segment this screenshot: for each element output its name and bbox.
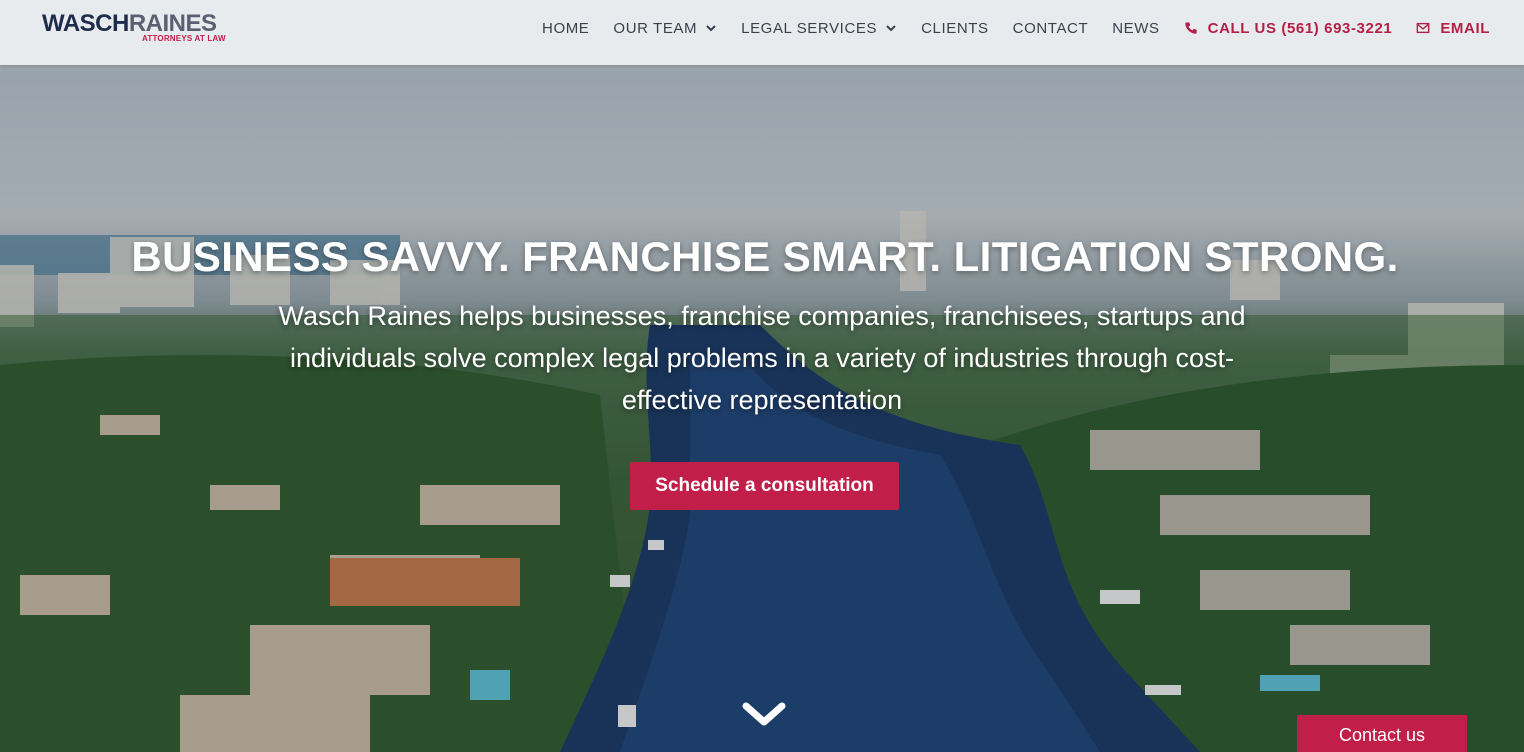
nav-home-label: HOME bbox=[542, 19, 590, 37]
envelope-icon bbox=[1416, 22, 1430, 34]
contact-us-button[interactable]: Contact us bbox=[1297, 715, 1467, 752]
nav-our-team[interactable]: OUR TEAM bbox=[613, 20, 717, 37]
schedule-consultation-button[interactable]: Schedule a consultation bbox=[630, 462, 899, 510]
nav-news[interactable]: NEWS bbox=[1112, 20, 1159, 37]
hero-title: BUSINESS SAVVY. FRANCHISE SMART. LITIGAT… bbox=[131, 233, 1399, 280]
email-label: EMAIL bbox=[1440, 19, 1490, 37]
phone-icon bbox=[1184, 22, 1197, 34]
hero-section: BUSINESS SAVVY. FRANCHISE SMART. LITIGAT… bbox=[0, 65, 1524, 752]
nav-our-team-label: OUR TEAM bbox=[613, 19, 698, 37]
logo-secondary: RAINES bbox=[128, 10, 217, 37]
chevron-down-icon bbox=[706, 25, 716, 32]
logo-primary: WASCH bbox=[42, 10, 129, 37]
call-us-link[interactable]: CALL US (561) 693-3221 bbox=[1184, 20, 1393, 37]
nav-home[interactable]: HOME bbox=[542, 20, 589, 37]
nav-clients[interactable]: CLIENTS bbox=[921, 20, 989, 37]
nav-contact-label: CONTACT bbox=[1012, 19, 1089, 37]
chevron-down-icon[interactable] bbox=[741, 699, 787, 729]
logo[interactable]: WASCHRAINES ATTORNEYS AT LAW bbox=[42, 10, 242, 50]
call-us-label: CALL US (561) 693-3221 bbox=[1207, 19, 1393, 37]
nav-news-label: NEWS bbox=[1112, 19, 1160, 37]
nav-legal-services-label: LEGAL SERVICES bbox=[741, 19, 878, 37]
logo-tagline: ATTORNEYS AT LAW bbox=[142, 34, 226, 43]
nav-clients-label: CLIENTS bbox=[921, 19, 989, 37]
chevron-down-icon bbox=[886, 25, 896, 32]
nav-legal-services[interactable]: LEGAL SERVICES bbox=[741, 20, 897, 37]
nav-contact[interactable]: CONTACT bbox=[1013, 20, 1089, 37]
hero-subtitle: Wasch Raines helps businesses, franchise… bbox=[278, 301, 1246, 415]
main-nav: HOME OUR TEAM LEGAL SERVICES CLIENTS CON… bbox=[518, 0, 1490, 56]
site-header: WASCHRAINES ATTORNEYS AT LAW HOME OUR TE… bbox=[0, 0, 1524, 65]
email-link[interactable]: EMAIL bbox=[1416, 20, 1490, 37]
